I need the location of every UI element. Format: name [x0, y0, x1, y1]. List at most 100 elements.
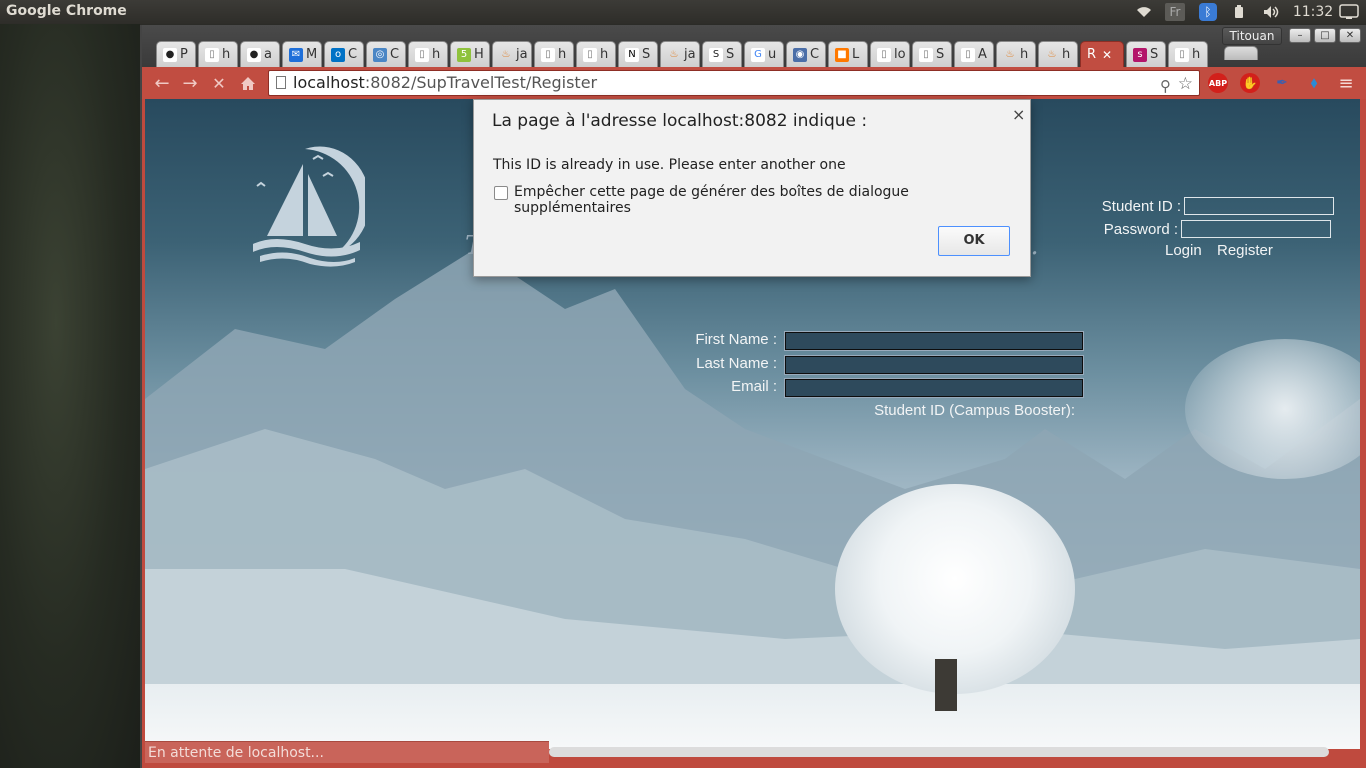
github-icon: ●	[247, 47, 261, 62]
java-icon: ♨	[669, 49, 679, 60]
desktop-background	[0, 24, 140, 768]
tab-17[interactable]: ▯ lo	[870, 41, 910, 67]
bluetooth-icon[interactable]: ᛒ	[1199, 3, 1217, 21]
new-tab-button[interactable]	[1224, 46, 1258, 60]
login-password-input[interactable]	[1181, 220, 1331, 238]
battery-icon[interactable]	[1232, 3, 1246, 21]
sailboat-logo	[253, 146, 365, 267]
profile-button[interactable]: Titouan	[1222, 27, 1282, 45]
tab-label: ja	[516, 47, 528, 62]
minimize-button[interactable]: –	[1289, 28, 1311, 43]
adblock-plus-icon[interactable]: ABP	[1208, 73, 1228, 93]
url-host: localhost	[293, 73, 365, 92]
java-icon: ♨	[1005, 49, 1015, 60]
maximize-button[interactable]: □	[1314, 28, 1336, 43]
tab-18[interactable]: ▯ S	[912, 41, 952, 67]
tab-0[interactable]: ● P	[156, 41, 196, 67]
tab-4[interactable]: oC	[324, 41, 364, 67]
bookmark-star-icon[interactable]: ☆	[1178, 72, 1193, 96]
register-link[interactable]: Register	[1217, 242, 1273, 259]
tab-7[interactable]: 5H	[450, 41, 490, 67]
tab-label: h	[222, 47, 231, 62]
db-icon: ◉	[793, 47, 807, 62]
tab-21[interactable]: ♨ h	[1038, 41, 1078, 67]
address-bar[interactable]: localhost:8082/SupTravelTest/Register ⚲ …	[268, 70, 1200, 96]
tab-8[interactable]: ♨ ja	[492, 41, 532, 67]
page-icon: ▯	[541, 47, 555, 62]
back-icon[interactable]: ←	[151, 72, 173, 94]
tab-strip: ● P ▯ h ● a ✉ Mo C ◎ C ▯ h 5 H ♨ ja ▯ h ▯ h N S ♨ ja S S Gu ◉ C ■ L ▯ lo ▯…	[142, 25, 1366, 67]
tab-11[interactable]: NS	[618, 41, 658, 67]
dialog-title: La page à l'adresse localhost:8082 indiq…	[492, 111, 868, 131]
tab-13[interactable]: SS	[702, 41, 742, 67]
adblock-hand-icon[interactable]: ✋	[1240, 73, 1260, 93]
tab-label: C	[810, 47, 820, 62]
power-icon[interactable]	[1338, 3, 1360, 21]
page-icon: ▯	[583, 47, 597, 62]
tab-16[interactable]: ■ L	[828, 41, 868, 67]
page-icon: ▯	[1175, 47, 1189, 62]
tab-19[interactable]: ▯ A	[954, 41, 994, 67]
tab-20[interactable]: ♨ h	[996, 41, 1036, 67]
tab-6[interactable]: ▯ h	[408, 41, 448, 67]
email-input[interactable]	[784, 378, 1084, 398]
close-window-button[interactable]: ✕	[1339, 28, 1361, 43]
tab-label: lo	[894, 47, 906, 62]
outlook-icon: o	[331, 47, 345, 62]
wifi-icon[interactable]	[1136, 3, 1152, 21]
eyedropper-icon[interactable]: ✒	[1272, 73, 1292, 93]
horizontal-scrollbar[interactable]	[549, 747, 1329, 757]
tab-23[interactable]: sS	[1126, 41, 1166, 67]
tab-5[interactable]: ◎ C	[366, 41, 406, 67]
tree-trunk	[935, 659, 957, 711]
tab-label: u	[768, 47, 777, 62]
close-tab-icon[interactable]: ✕	[1102, 48, 1112, 62]
tab-2[interactable]: ● a	[240, 41, 280, 67]
tab-label: S	[1150, 47, 1159, 62]
tab-12[interactable]: ♨ ja	[660, 41, 700, 67]
tab-22[interactable]: R ✕	[1080, 41, 1124, 67]
top-panel: Google Chrome Fr ᛒ 11:32	[0, 0, 1366, 24]
dialog-close-icon[interactable]: ×	[1012, 105, 1025, 124]
browser-toolbar: ← → ✕ localhost:8082/SupTravelTest/Regis…	[142, 67, 1366, 99]
tab-label: M	[306, 47, 318, 62]
login-link[interactable]: Login	[1165, 242, 1202, 259]
first-name-input[interactable]	[784, 331, 1084, 351]
alert-dialog: La page à l'adresse localhost:8082 indiq…	[473, 99, 1031, 277]
forward-icon[interactable]: →	[179, 72, 201, 94]
orange-icon: ■	[835, 47, 849, 62]
tab-label: R	[1087, 47, 1097, 62]
tab-label: A	[978, 47, 987, 62]
extension-icon[interactable]: ⬧	[1304, 73, 1324, 93]
ok-button[interactable]: OK	[938, 226, 1010, 256]
url-path: :8082/SupTravelTest/Register	[364, 73, 598, 92]
tab-1[interactable]: ▯ h	[198, 41, 238, 67]
stop-icon[interactable]: ✕	[208, 72, 230, 94]
tab-24[interactable]: ▯ h	[1168, 41, 1208, 67]
tab-label: h	[432, 47, 441, 62]
home-icon[interactable]	[237, 72, 259, 94]
volume-icon[interactable]	[1262, 3, 1280, 21]
page-info-icon[interactable]	[276, 76, 286, 89]
menu-icon[interactable]: ≡	[1335, 72, 1357, 94]
suppress-dialogs-checkbox[interactable]	[494, 186, 508, 200]
app-title: Google Chrome	[6, 3, 127, 19]
last-name-input[interactable]	[784, 355, 1084, 375]
login-student-id-input[interactable]	[1184, 197, 1334, 215]
tab-9[interactable]: ▯ h	[534, 41, 574, 67]
tab-14[interactable]: Gu	[744, 41, 784, 67]
first-name-label: First Name :	[695, 331, 777, 348]
keyboard-layout-indicator[interactable]: Fr	[1165, 3, 1185, 21]
campus-booster-id-label: Student ID (Campus Booster):	[874, 402, 1075, 419]
tab-label: h	[1192, 47, 1201, 62]
suppress-dialogs-label[interactable]: Empêcher cette page de générer des boîte…	[514, 184, 1030, 216]
clock[interactable]: 11:32	[1293, 3, 1333, 21]
notion-icon: N	[625, 47, 639, 62]
sncf-icon: s	[1133, 47, 1147, 62]
tab-15[interactable]: ◉ C	[786, 41, 826, 67]
status-bar: En attente de localhost...	[145, 741, 549, 763]
github-icon: ●	[163, 47, 177, 62]
tab-10[interactable]: ▯ h	[576, 41, 616, 67]
search-icon[interactable]: ⚲	[1160, 74, 1171, 98]
tab-3[interactable]: ✉ M	[282, 41, 322, 67]
